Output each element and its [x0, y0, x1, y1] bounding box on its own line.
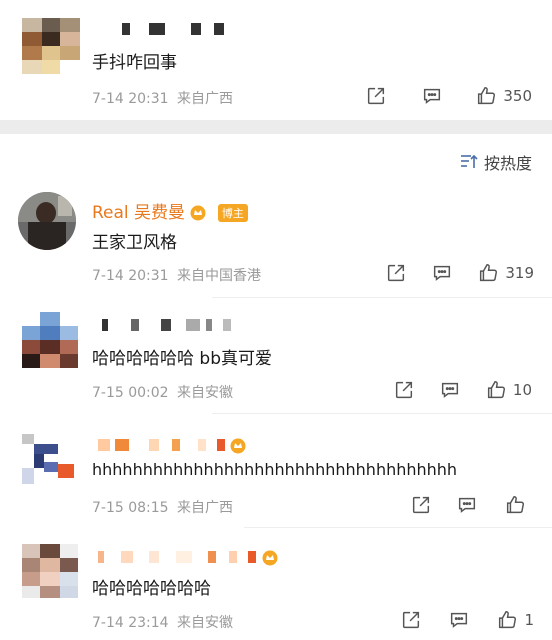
- comment-separator: [212, 297, 552, 298]
- like-icon: [499, 611, 517, 629]
- section-divider: [0, 120, 552, 134]
- avatar[interactable]: [22, 312, 78, 368]
- share-button[interactable]: [393, 379, 415, 401]
- comment-actions: 1: [400, 609, 534, 631]
- comment-meta: 7-15 08:15 来自广西: [92, 497, 233, 517]
- comment-actions: 319: [385, 262, 534, 284]
- comment-button[interactable]: [439, 379, 461, 401]
- like-icon: [506, 496, 524, 514]
- share-icon: [412, 496, 430, 514]
- comment-icon: [424, 88, 441, 104]
- crown-icon: [190, 205, 206, 221]
- comment-meta: 7-14 20:31 来自广西: [92, 88, 233, 108]
- share-button[interactable]: [410, 494, 432, 516]
- crown-icon: [230, 438, 246, 454]
- username[interactable]: [92, 20, 225, 40]
- comment-date: 7-15 00:02: [92, 385, 169, 401]
- comment-actions: 350: [365, 85, 532, 107]
- share-icon: [388, 264, 405, 282]
- like-button[interactable]: 319: [477, 262, 534, 284]
- share-icon: [395, 381, 412, 399]
- share-icon: [403, 611, 420, 629]
- avatar[interactable]: [22, 434, 78, 484]
- like-count: 10: [512, 381, 532, 399]
- share-button[interactable]: [365, 85, 387, 107]
- blogger-badge: 博主: [217, 204, 248, 222]
- comment-button[interactable]: [448, 609, 470, 631]
- comment-text: hhhhhhhhhhhhhhhhhhhhhhhhhhhhhhhhhhhh: [92, 460, 458, 479]
- avatar[interactable]: [18, 192, 76, 250]
- username[interactable]: [92, 316, 232, 336]
- username-text: Real 吴费曼: [92, 203, 186, 223]
- username[interactable]: [92, 548, 278, 568]
- comment-separator: [212, 413, 552, 414]
- like-button[interactable]: 1: [496, 609, 534, 631]
- like-button[interactable]: [504, 494, 532, 516]
- comment-actions: [410, 494, 532, 516]
- comment-location: 来自安徽: [177, 385, 234, 401]
- comment-separator: [244, 527, 552, 528]
- comment-date: 7-14 23:14: [92, 615, 169, 631]
- comment-date: 7-14 20:31: [92, 268, 169, 284]
- sort-toggle[interactable]: 按热度: [460, 150, 532, 174]
- comment-date: 7-14 20:31: [92, 91, 169, 107]
- sort-label: 按热度: [483, 154, 532, 173]
- comment-location: 来自中国香港: [177, 268, 262, 284]
- like-count: 350: [503, 87, 532, 105]
- comment-meta: 7-14 23:14 来自安徽: [92, 612, 233, 632]
- comment-location: 来自安徽: [177, 615, 234, 631]
- like-icon: [487, 381, 505, 399]
- comment-actions: 10: [393, 379, 532, 401]
- like-button[interactable]: 10: [485, 379, 532, 401]
- comment-button[interactable]: [421, 85, 443, 107]
- share-button[interactable]: [400, 609, 422, 631]
- comment-icon: [451, 612, 468, 628]
- crown-icon: [262, 550, 278, 566]
- like-button[interactable]: 350: [475, 85, 532, 107]
- comment-location: 来自广西: [177, 91, 234, 107]
- comment-meta: 7-14 20:31 来自中国香港: [92, 265, 261, 285]
- username[interactable]: [92, 436, 246, 456]
- comment-meta: 7-15 00:02 来自安徽: [92, 382, 233, 402]
- like-icon: [480, 264, 498, 282]
- comment-icon: [441, 382, 458, 398]
- avatar[interactable]: [22, 18, 80, 74]
- comment-button[interactable]: [456, 494, 478, 516]
- like-count: 1: [524, 611, 534, 629]
- share-icon: [368, 87, 385, 105]
- sort-icon: [460, 154, 478, 168]
- comment-icon: [458, 497, 476, 513]
- comment-text: 哈哈哈哈哈哈 bb真可爱: [92, 349, 272, 369]
- comment-text: 哈哈哈哈哈哈哈: [92, 579, 211, 599]
- username[interactable]: Real 吴费曼 博主: [92, 198, 248, 223]
- share-button[interactable]: [385, 262, 407, 284]
- comment-date: 7-15 08:15: [92, 500, 169, 516]
- comment-button[interactable]: [431, 262, 453, 284]
- like-icon: [478, 87, 496, 105]
- comment-location: 来自广西: [177, 500, 234, 516]
- comment-icon: [434, 265, 451, 281]
- like-count: 319: [505, 264, 534, 282]
- avatar[interactable]: [22, 544, 78, 598]
- comment-text: 手抖咋回事: [92, 53, 177, 73]
- comment-text: 王家卫风格: [92, 233, 177, 253]
